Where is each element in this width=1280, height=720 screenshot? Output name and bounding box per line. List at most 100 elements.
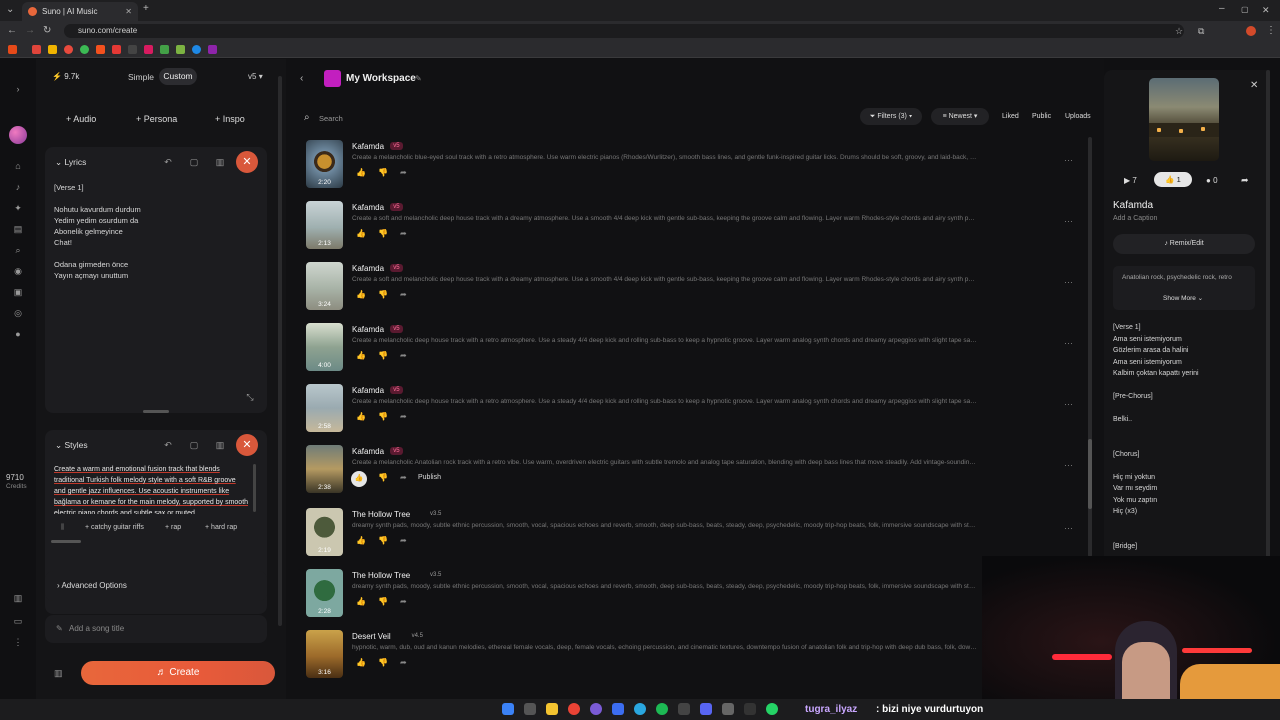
resize-handle[interactable] xyxy=(143,410,169,413)
song-row[interactable]: 2:19 The Hollow Tree v3.5 dreamy synth p… xyxy=(306,508,1086,569)
panel-scrollbar[interactable] xyxy=(278,76,282,626)
list-scrollbar-thumb[interactable] xyxy=(1088,439,1092,509)
song-row[interactable]: 2:20 Kafamda v5 Create a melancholic blu… xyxy=(306,140,1086,201)
thumbs-down-icon[interactable]: 👎 xyxy=(378,536,388,545)
reload-icon[interactable]: ↻ xyxy=(43,26,51,36)
close-window-icon[interactable]: ✕ xyxy=(1262,5,1270,15)
studio-icon[interactable]: ▣ xyxy=(12,286,24,298)
radio-icon[interactable]: ◉ xyxy=(12,265,24,277)
thumbs-up-icon[interactable]: 👍 xyxy=(356,412,366,421)
share-icon[interactable]: ➦ xyxy=(400,168,407,177)
profile-avatar-icon[interactable] xyxy=(1246,26,1256,36)
browser-tab[interactable]: Suno | AI Music ✕ xyxy=(22,2,138,21)
song-title[interactable]: Kafamda xyxy=(352,142,384,151)
thumbs-down-icon[interactable]: 👎 xyxy=(378,597,388,606)
sort-select[interactable]: ≡ Newest ▾ xyxy=(931,108,989,125)
more-options-icon[interactable]: ⋯ xyxy=(1064,277,1073,288)
docs-icon[interactable]: ▭ xyxy=(12,615,24,627)
trash-icon[interactable]: ▥ xyxy=(12,592,24,604)
search-icon[interactable]: ⌕ xyxy=(12,244,24,256)
delete-icon[interactable]: ▥ xyxy=(213,155,227,169)
filter-liked[interactable]: Liked xyxy=(1002,113,1019,120)
bookmark-icon[interactable] xyxy=(48,45,57,54)
more-options-icon[interactable]: ⋯ xyxy=(1064,338,1073,349)
share-icon[interactable]: ➦ xyxy=(400,290,407,299)
maximize-icon[interactable]: ▢ xyxy=(1241,5,1249,15)
more-options-icon[interactable]: ⋯ xyxy=(1064,523,1073,534)
model-version-select[interactable]: v5 ▾ xyxy=(248,72,263,81)
bookmark-icon[interactable] xyxy=(160,45,169,54)
style-chip[interactable]: + rap xyxy=(165,524,181,531)
spotify-icon[interactable] xyxy=(656,703,668,715)
add-inspo-button[interactable]: + Inspo xyxy=(215,114,245,124)
bookmark-icon[interactable] xyxy=(32,45,41,54)
song-title-input[interactable]: Add a song title xyxy=(69,624,124,633)
publish-button[interactable]: Publish xyxy=(418,474,441,481)
style-chip[interactable]: + catchy guitar riffs xyxy=(85,524,144,531)
add-audio-button[interactable]: + Audio xyxy=(66,114,96,124)
bookmark-icon[interactable] xyxy=(208,45,217,54)
bookmark-icon[interactable] xyxy=(176,45,185,54)
remix-edit-button[interactable]: ♪ Remix/Edit xyxy=(1113,234,1255,254)
song-thumbnail[interactable]: 4:00 xyxy=(306,323,343,371)
comments-button[interactable]: ● 0 xyxy=(1206,176,1218,185)
url-field[interactable]: suno.com/create xyxy=(64,24,1184,38)
song-title[interactable]: Kafamda xyxy=(352,325,384,334)
discover-icon[interactable]: ◎ xyxy=(12,307,24,319)
more-options-icon[interactable]: ⋯ xyxy=(1064,155,1073,166)
app-icon[interactable] xyxy=(678,703,690,715)
filters-button[interactable]: ⏷ Filters (3) ▾ xyxy=(860,108,922,125)
styles-scrollbar[interactable] xyxy=(253,464,256,512)
discord-icon[interactable] xyxy=(700,703,712,715)
more-options-icon[interactable]: ⋯ xyxy=(1064,460,1073,471)
share-icon[interactable]: ➦ xyxy=(400,229,407,238)
show-more-button[interactable]: Show More ⌄ xyxy=(1163,294,1203,302)
song-thumbnail[interactable]: 3:24 xyxy=(306,262,343,310)
share-icon[interactable]: ➦ xyxy=(1241,175,1249,186)
thumbs-down-icon[interactable]: 👎 xyxy=(378,351,388,360)
thumbs-down-icon[interactable]: 👎 xyxy=(378,412,388,421)
style-chip[interactable]: + hard rap xyxy=(205,524,237,531)
new-tab-icon[interactable]: + xyxy=(143,4,149,14)
share-icon[interactable]: ➦ xyxy=(400,597,407,606)
thumbs-down-icon[interactable]: 👎 xyxy=(378,473,388,482)
song-thumbnail[interactable]: 2:28 xyxy=(306,569,343,617)
thumbs-up-icon[interactable]: 👍 xyxy=(356,229,366,238)
add-persona-button[interactable]: + Persona xyxy=(136,114,177,124)
file-explorer-icon[interactable] xyxy=(546,703,558,715)
delete-icon[interactable]: ▥ xyxy=(213,438,227,452)
back-icon[interactable]: ← xyxy=(7,26,17,36)
search-icon[interactable] xyxy=(524,703,536,715)
thumbs-down-icon[interactable]: 👎 xyxy=(378,658,388,667)
minimize-icon[interactable]: – xyxy=(1219,4,1225,14)
song-thumbnail[interactable]: 2:20 xyxy=(306,140,343,188)
forward-icon[interactable]: → xyxy=(25,26,35,36)
thumbs-down-icon[interactable]: 👎 xyxy=(378,168,388,177)
detail-scrollbar[interactable] xyxy=(1266,70,1270,560)
thumbs-up-icon[interactable]: 👍 xyxy=(351,471,367,487)
cover-art[interactable] xyxy=(1149,78,1219,161)
chrome-icon[interactable] xyxy=(568,703,580,715)
thumbs-up-icon[interactable]: 👍 xyxy=(356,536,366,545)
mode-custom-tab[interactable]: Custom xyxy=(159,68,197,85)
bookmark-apps-icon[interactable] xyxy=(8,45,17,54)
filter-public[interactable]: Public xyxy=(1032,113,1051,120)
bookmark-icon[interactable] xyxy=(96,45,105,54)
add-caption-input[interactable]: Add a Caption xyxy=(1113,215,1157,222)
expand-sidebar-icon[interactable]: › xyxy=(12,83,24,95)
advanced-options-row[interactable]: › Advanced Options xyxy=(45,571,267,601)
start-icon[interactable] xyxy=(502,703,514,715)
undo-icon[interactable]: ↶ xyxy=(161,438,175,452)
app-icon[interactable] xyxy=(744,703,756,715)
app-icon[interactable] xyxy=(612,703,624,715)
clear-form-icon[interactable]: ▥ xyxy=(54,668,63,679)
song-row[interactable]: 2:13 Kafamda v5 Create a soft and melanc… xyxy=(306,201,1086,262)
styles-textarea[interactable]: Create a warm and emotional fusion track… xyxy=(54,464,249,514)
bookmark-youtube-icon[interactable] xyxy=(112,45,121,54)
thumbs-up-icon[interactable]: 👍 xyxy=(356,168,366,177)
copy-icon[interactable]: ▢ xyxy=(187,438,201,452)
share-icon[interactable]: ➦ xyxy=(400,658,407,667)
thumbs-up-icon[interactable]: 👍 xyxy=(356,351,366,360)
share-icon[interactable]: ➦ xyxy=(400,351,407,360)
song-row[interactable]: 2:58 Kafamda v5 Create a melancholic dee… xyxy=(306,384,1086,445)
